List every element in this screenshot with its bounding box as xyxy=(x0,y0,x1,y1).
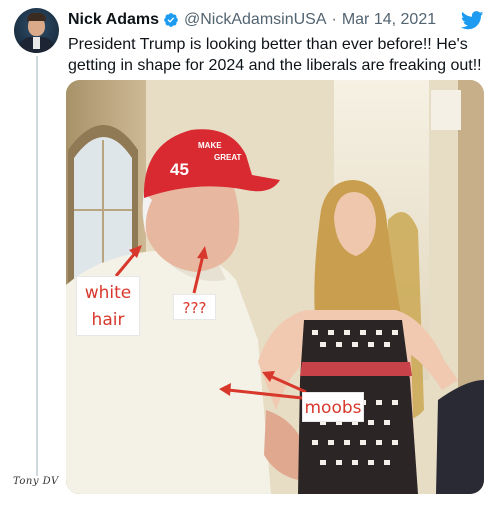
tweet-photo[interactable]: 45 MAKE GREAT white hair ??? moobs xyxy=(66,80,484,494)
sconce xyxy=(431,90,461,130)
annotation-white-hair: white hair xyxy=(76,276,140,336)
user-handle[interactable]: @NickAdamsinUSA xyxy=(184,11,327,29)
tweet-date[interactable]: Mar 14, 2021 xyxy=(342,11,436,29)
artist-signature: Tony DV xyxy=(13,476,59,487)
separator-dot: · xyxy=(331,11,337,28)
twitter-bird-icon[interactable] xyxy=(461,11,484,30)
display-name[interactable]: Nick Adams xyxy=(68,11,159,29)
avatar-hair xyxy=(27,13,46,21)
figure-right xyxy=(436,380,484,494)
cap-number: 45 xyxy=(170,160,189,179)
tweet-card: Nick Adams @NickAdamsinUSA · Mar 14, 202… xyxy=(0,0,496,506)
cap-text-2: GREAT xyxy=(214,153,242,162)
annotation-moobs: moobs xyxy=(302,392,364,422)
thread-line xyxy=(36,56,38,476)
avatar-shirt xyxy=(33,37,40,49)
annotation-question: ??? xyxy=(173,294,216,320)
tweet-header: Nick Adams @NickAdamsinUSA · Mar 14, 202… xyxy=(68,10,436,30)
user-avatar[interactable] xyxy=(14,8,59,53)
tweet-text: President Trump is looking better than e… xyxy=(68,36,482,74)
dress-band xyxy=(300,362,412,376)
cap-text-1: MAKE xyxy=(198,141,222,150)
verified-badge-icon xyxy=(164,13,178,27)
